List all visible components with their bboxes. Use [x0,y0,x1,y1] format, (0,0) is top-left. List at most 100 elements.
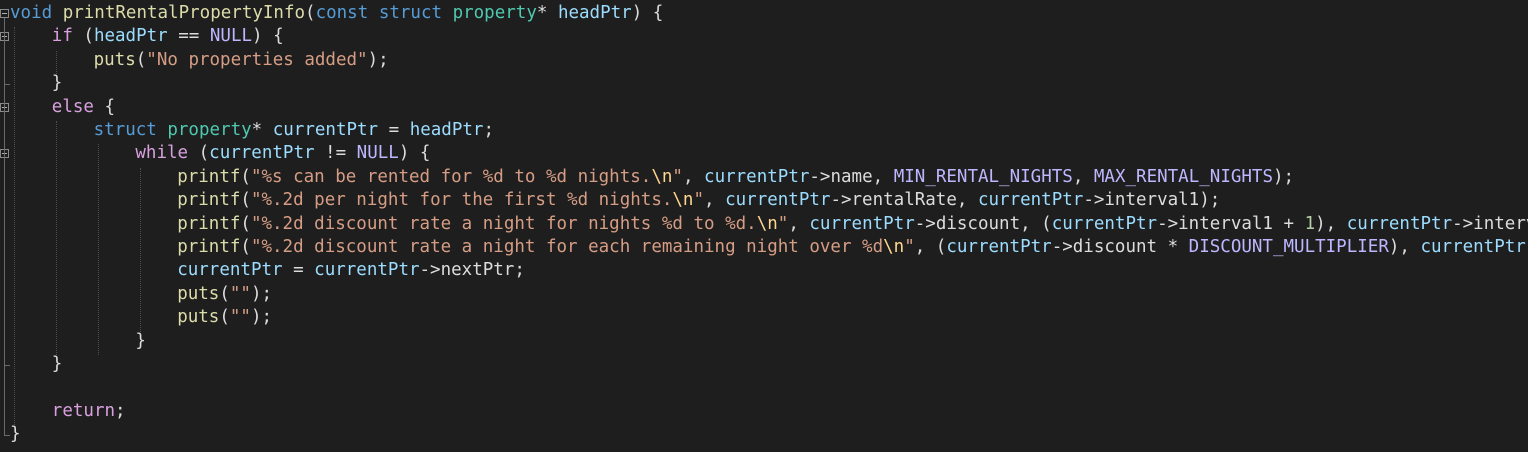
code-token: \n [651,166,673,187]
code-line[interactable]: currentPtr = currentPtr->nextPtr; [10,259,525,282]
code-token: currentPtr [977,190,1084,211]
code-line[interactable]: printf("%s can be rented for %d to %d ni… [10,166,1294,189]
code-token: , [704,190,726,211]
code-token: ->name, [809,166,894,187]
code-token: ( [72,26,94,47]
code-token: \n [883,237,905,257]
code-token: ( [305,3,316,23]
code-line[interactable]: } [10,330,146,353]
code-token: currentPtr [946,237,1052,257]
code-token: ->discount * [1051,237,1189,257]
code-token: currentPtr [1346,213,1453,234]
code-token: puts [93,49,136,70]
code-line[interactable]: puts("No properties added"); [10,49,389,72]
code-token: \n [672,190,694,211]
code-token: " [904,237,915,257]
code-line[interactable]: if (headPtr == NULL) { [10,25,284,48]
code-line[interactable]: struct property* currentPtr = headPtr; [10,119,494,142]
code-token: ->rentalRate, [830,190,978,211]
code-token: } [10,424,21,445]
code-token: } [51,73,63,94]
code-token: " [693,190,705,211]
code-line[interactable]: printf("%.2d per night for the first %d … [10,189,1220,212]
code-token: == [167,26,210,47]
code-token: headPtr [557,3,632,23]
code-token: , [788,213,810,234]
code-token: ->nextPtr; [419,260,525,281]
code-token: ), [1388,237,1421,257]
code-token: * [536,3,558,23]
code-token: ->interval1); [1083,190,1221,211]
code-token: NULL [356,143,399,164]
code-token: " [777,213,789,234]
code-token: ( [240,166,251,187]
code-token: "No properties added" [146,49,368,70]
code-token: "%.2d discount rate a night for each rem… [250,237,884,257]
code-token: struct [378,3,443,23]
code-token: currentPtr [272,120,379,140]
code-token: , [682,166,705,187]
code-token: if [51,26,73,47]
code-editor[interactable]: void printRentalPropertyInfo(const struc… [0,2,1528,452]
code-line[interactable]: return; [10,400,126,423]
code-token: ( [135,49,147,70]
fold-toggle-icon[interactable] [0,9,9,18]
code-token: != [314,143,357,164]
code-token: currentPtr [314,260,420,281]
code-token: ->discount, ( [914,213,1052,234]
code-token: ( [219,283,230,304]
code-token: 1 [1304,213,1316,234]
code-token: ->interv [1452,213,1528,234]
code-token: , [1072,166,1094,187]
code-token: * [251,120,273,140]
code-token: currentPtr [209,143,315,164]
code-token: struct [93,120,157,140]
code-line[interactable]: puts(""); [10,283,272,306]
code-token: ( [240,237,251,257]
code-line[interactable]: void printRentalPropertyInfo(const struc… [10,2,663,25]
code-token: NULL [209,26,253,47]
code-token: " [672,166,683,187]
code-token: currentPtr [809,213,915,234]
fold-range-line [4,18,5,436]
code-token: MAX_RENTAL_NIGHTS [1093,166,1274,187]
code-token: , ( [914,237,947,257]
code-token: DISCOUNT_MULTIPLIER [1188,237,1389,257]
code-token: currentPtr [725,190,831,211]
code-token: headPtr [93,26,168,47]
code-token: ( [188,143,210,164]
code-line[interactable]: } [10,72,63,95]
code-token: "%.2d discount rate a night for nights %… [250,213,757,234]
code-line[interactable]: } [10,423,21,446]
code-line[interactable]: else { [10,96,115,119]
code-line[interactable]: while (currentPtr != NULL) { [10,142,430,165]
code-token: ->interval1 + [1157,213,1305,234]
code-token: printf [177,213,241,234]
code-token: "%s can be rented for %d to %d nights. [250,166,652,187]
code-token: ) { [631,3,664,23]
code-line[interactable]: printf("%.2d discount rate a night for e… [10,236,1528,259]
code-token: currentPtr [1051,213,1158,234]
code-token: MIN_RENTAL_NIGHTS [893,166,1073,187]
code-token: ) { [398,143,431,164]
code-token: ( [219,307,230,328]
code-line[interactable]: printf("%.2d discount rate a night for n… [10,213,1528,236]
code-token: while [135,143,189,164]
code-token: const [315,3,369,23]
code-token: return [51,400,116,421]
code-token: { [93,96,116,117]
code-token: ); [250,307,273,328]
code-token: currentPtr [704,166,810,187]
code-line[interactable]: } [10,353,63,376]
code-token: ; [483,120,495,140]
code-token: ; [115,400,126,421]
code-token: ( [240,190,251,211]
code-token: = [282,260,315,281]
code-token: printf [177,190,241,211]
code-token: } [135,330,146,351]
code-line[interactable]: puts(""); [10,306,272,329]
code-token: "%.2d per night for the first %d nights. [250,190,673,211]
code-token: void [10,3,53,23]
